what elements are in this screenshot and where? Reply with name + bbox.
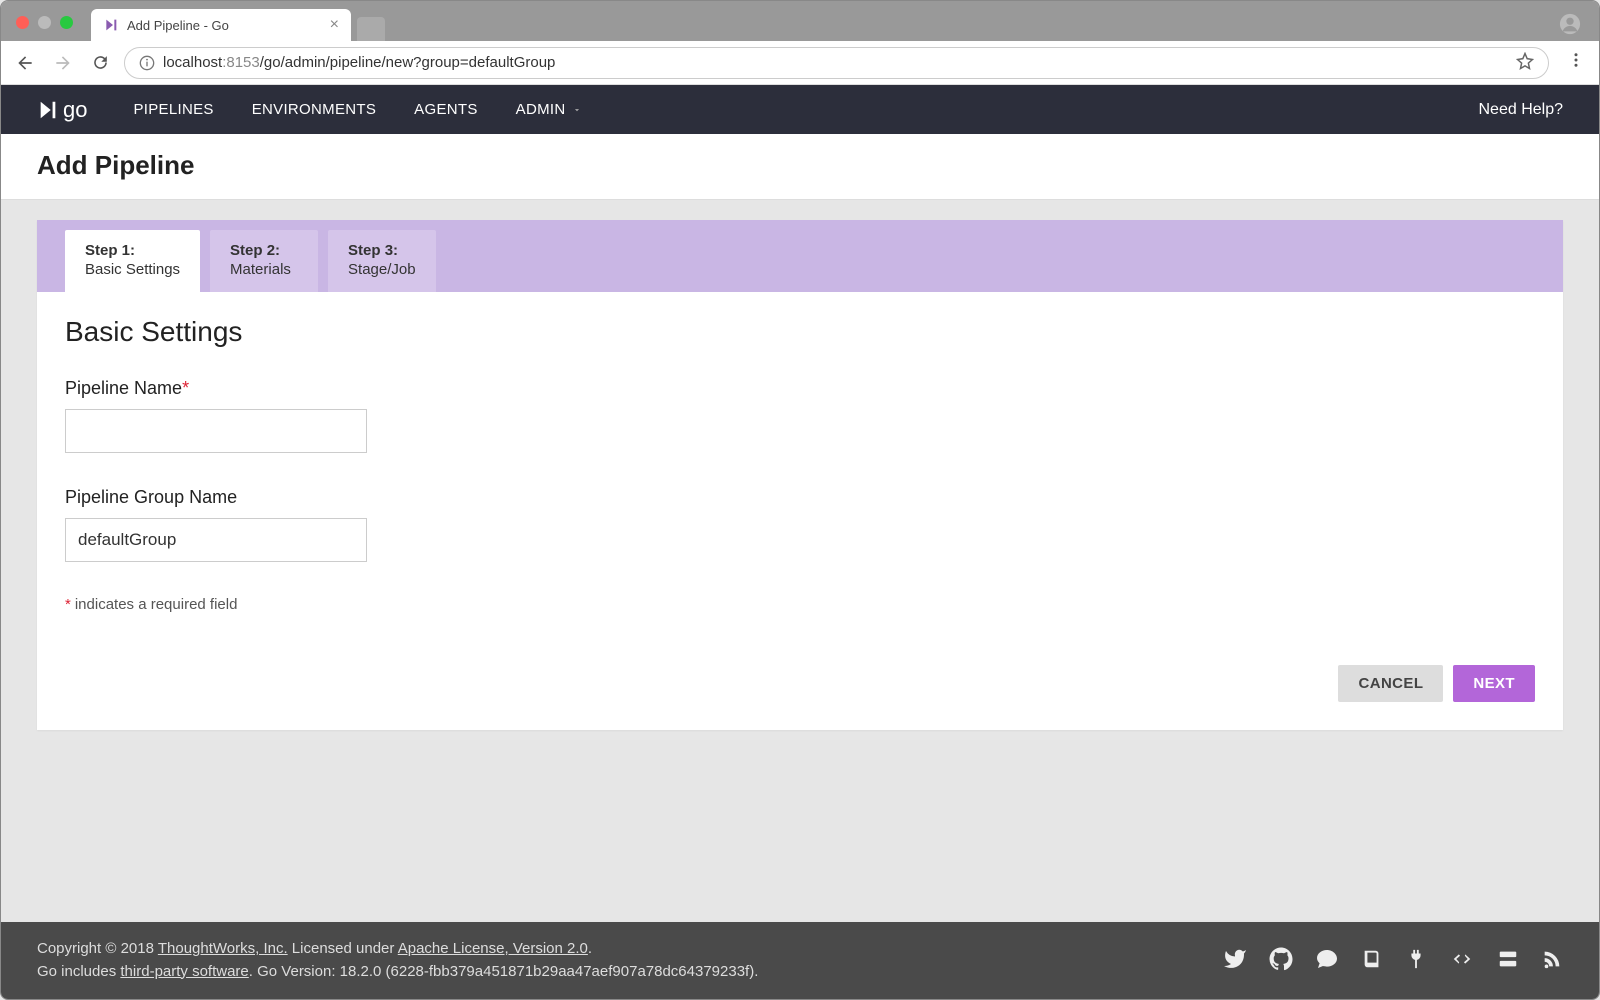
required-star-icon: *	[182, 378, 189, 398]
tab-close-icon[interactable]: ×	[330, 16, 339, 34]
section-heading: Basic Settings	[65, 316, 1535, 348]
server-icon[interactable]	[1497, 948, 1519, 974]
nav-admin[interactable]: ADMIN	[516, 101, 582, 118]
page-header: Add Pipeline	[1, 134, 1599, 200]
window-minimize-icon[interactable]	[38, 16, 51, 29]
line2-prefix: Go includes	[37, 963, 120, 980]
pipeline-name-input[interactable]	[65, 409, 367, 453]
github-icon[interactable]	[1269, 947, 1293, 975]
rss-icon[interactable]	[1541, 948, 1563, 974]
tab-title: Add Pipeline - Go	[127, 18, 229, 33]
step-number: Step 3:	[348, 242, 416, 259]
forward-button[interactable]	[53, 53, 73, 73]
wizard-step-1[interactable]: Step 1: Basic Settings	[65, 230, 200, 292]
copyright-text: Copyright © 2018	[37, 940, 158, 957]
chevron-down-icon	[572, 105, 582, 115]
wizard-panel: Step 1: Basic Settings Step 2: Materials…	[37, 220, 1563, 730]
browser-toolbar: localhost:8153/go/admin/pipeline/new?gro…	[1, 41, 1599, 85]
url-path: /go/admin/pipeline/new?group=defaultGrou…	[260, 54, 556, 71]
app-footer: Copyright © 2018 ThoughtWorks, Inc. Lice…	[1, 922, 1599, 999]
pipeline-group-name-input[interactable]	[65, 518, 367, 562]
reload-button[interactable]	[91, 53, 110, 72]
window-maximize-icon[interactable]	[60, 16, 73, 29]
step-number: Step 1:	[85, 242, 180, 259]
nav-environments[interactable]: ENVIRONMENTS	[252, 101, 376, 118]
site-info-icon[interactable]	[139, 55, 155, 71]
address-bar[interactable]: localhost:8153/go/admin/pipeline/new?gro…	[124, 47, 1549, 79]
company-link[interactable]: ThoughtWorks, Inc.	[158, 940, 288, 957]
cancel-button[interactable]: CANCEL	[1338, 665, 1443, 702]
step-number: Step 2:	[230, 242, 298, 259]
url-port: :8153	[222, 54, 260, 71]
pipeline-name-label: Pipeline Name*	[65, 378, 1535, 399]
nav-pipelines[interactable]: PIPELINES	[133, 101, 213, 118]
back-button[interactable]	[15, 53, 35, 73]
next-button[interactable]: NEXT	[1453, 665, 1535, 702]
wizard-step-3[interactable]: Step 3: Stage/Job	[328, 230, 436, 292]
label-text: Pipeline Name	[65, 378, 182, 398]
step-label: Basic Settings	[85, 261, 180, 278]
license-link[interactable]: Apache License, Version 2.0	[398, 940, 588, 957]
profile-avatar-icon[interactable]	[1559, 13, 1581, 40]
code-icon[interactable]	[1449, 948, 1475, 974]
pipeline-group-name-label: Pipeline Group Name	[65, 487, 1535, 508]
step-label: Stage/Job	[348, 261, 416, 278]
window-close-icon[interactable]	[16, 16, 29, 29]
url-host: localhost	[163, 54, 222, 71]
new-tab-button[interactable]	[357, 17, 385, 41]
required-note: *indicates a required field	[65, 596, 1535, 613]
bookmark-star-icon[interactable]	[1516, 52, 1534, 74]
step-label: Materials	[230, 261, 298, 278]
wizard-step-2[interactable]: Step 2: Materials	[210, 230, 318, 292]
tab-favicon-icon	[103, 17, 119, 33]
version-text: . Go Version: 18.2.0 (6228-fbb379a451871…	[249, 963, 759, 980]
third-party-link[interactable]: third-party software	[120, 963, 248, 980]
twitter-icon[interactable]	[1223, 947, 1247, 975]
logo-text: go	[63, 97, 87, 123]
period: .	[588, 940, 592, 957]
nav-admin-label: ADMIN	[516, 101, 566, 118]
app-navbar: go PIPELINES ENVIRONMENTS AGENTS ADMIN N…	[1, 85, 1599, 134]
required-note-text: indicates a required field	[75, 596, 238, 613]
plug-icon[interactable]	[1405, 948, 1427, 974]
chat-icon[interactable]	[1315, 947, 1339, 975]
browser-titlebar: Add Pipeline - Go ×	[1, 1, 1599, 41]
required-star-icon: *	[65, 596, 71, 613]
wizard-tabs: Step 1: Basic Settings Step 2: Materials…	[37, 220, 1563, 292]
nav-agents[interactable]: AGENTS	[414, 101, 477, 118]
app-logo[interactable]: go	[37, 97, 87, 123]
browser-menu-icon[interactable]	[1567, 51, 1585, 74]
need-help-link[interactable]: Need Help?	[1479, 101, 1564, 119]
browser-tab[interactable]: Add Pipeline - Go ×	[91, 9, 351, 41]
licensed-text: Licensed under	[288, 940, 398, 957]
page-title: Add Pipeline	[37, 150, 1563, 181]
book-icon[interactable]	[1361, 948, 1383, 974]
